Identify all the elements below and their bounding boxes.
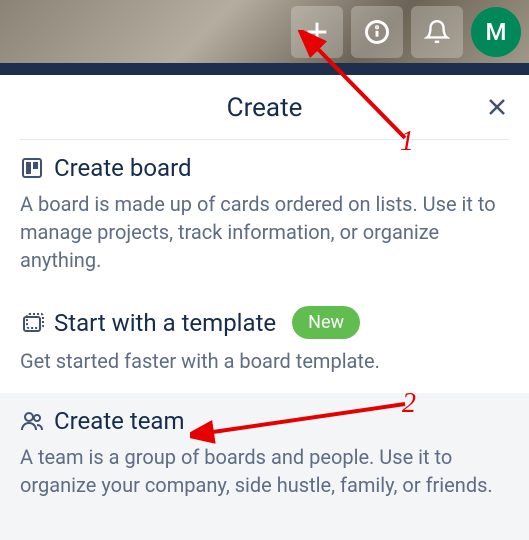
create-panel: Create Create board A board is made up o… <box>0 75 529 517</box>
bell-icon <box>424 19 450 45</box>
panel-title: Create <box>40 93 489 123</box>
avatar-initial: M <box>486 18 507 46</box>
option-create-team[interactable]: Create team A team is a group of boards … <box>0 393 529 517</box>
option-title-row: Start with a template New <box>20 306 509 339</box>
template-icon <box>20 311 44 335</box>
new-badge: New <box>292 306 360 339</box>
option-title: Create board <box>54 154 192 182</box>
add-button[interactable] <box>291 6 343 58</box>
option-desc: A board is made up of cards ordered on l… <box>20 190 509 274</box>
notifications-button[interactable] <box>411 6 463 58</box>
option-start-template[interactable]: Start with a template New Get started fa… <box>0 292 529 393</box>
info-button[interactable] <box>351 6 403 58</box>
option-create-board[interactable]: Create board A board is made up of cards… <box>0 140 529 292</box>
option-title: Start with a template <box>54 309 276 337</box>
team-icon <box>20 409 44 433</box>
board-icon <box>20 156 44 180</box>
close-button[interactable] <box>481 91 513 123</box>
info-icon <box>363 18 391 46</box>
close-icon <box>485 95 509 119</box>
panel-header: Create <box>20 75 509 140</box>
avatar[interactable]: M <box>471 7 521 57</box>
option-title: Create team <box>54 407 185 435</box>
option-title-row: Create board <box>20 154 509 182</box>
plus-icon <box>303 18 331 46</box>
option-desc: Get started faster with a board template… <box>20 347 509 375</box>
topbar: M <box>0 0 529 63</box>
header-strip <box>0 63 529 75</box>
option-desc: A team is a group of boards and people. … <box>20 443 509 499</box>
option-title-row: Create team <box>20 407 509 435</box>
